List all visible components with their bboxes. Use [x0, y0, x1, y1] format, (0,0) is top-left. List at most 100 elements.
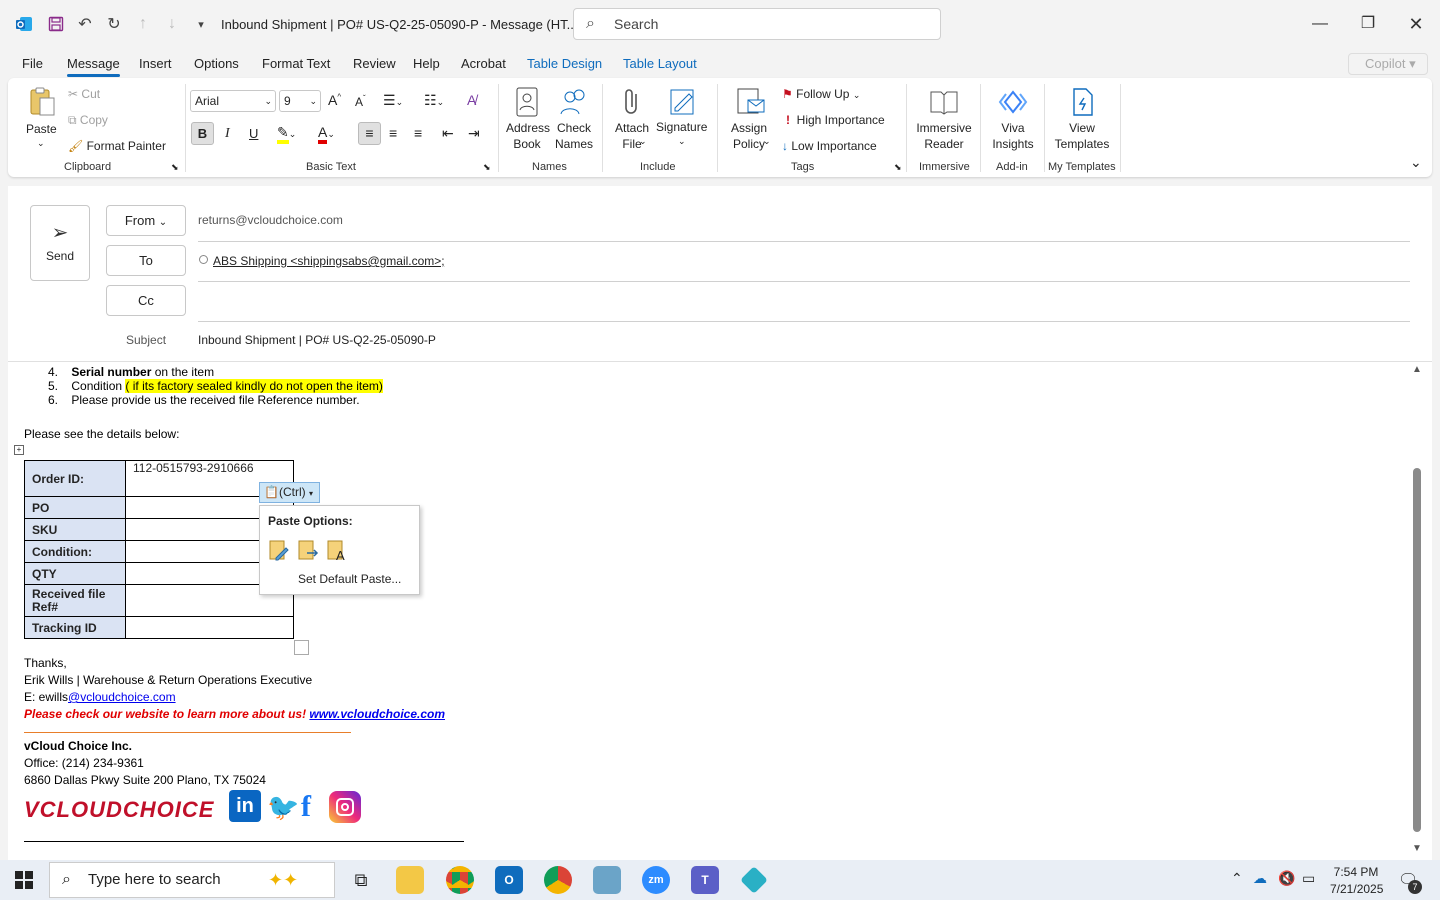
app-icon[interactable]: [593, 866, 621, 894]
task-view-icon[interactable]: ⧉: [347, 866, 375, 894]
check-names-button[interactable]: Check Names: [553, 120, 595, 152]
copilot-button[interactable]: Copilot ▾: [1348, 53, 1428, 75]
taskbar-search[interactable]: ⌕ Type here to search ✦✦: [49, 862, 335, 898]
down-arrow-icon[interactable]: ↓: [160, 12, 184, 36]
low-importance-button[interactable]: ↓ Low Importance: [782, 139, 877, 153]
tab-options[interactable]: Options: [194, 56, 239, 71]
bold-button[interactable]: B: [191, 122, 214, 145]
from-button[interactable]: From ⌄: [106, 205, 186, 236]
to-recipient[interactable]: ABS Shipping <shippingsabs@gmail.com>;: [213, 254, 445, 268]
shrink-font-icon[interactable]: Aˇ: [355, 94, 366, 109]
viva-insights-button[interactable]: Viva Insights: [989, 120, 1037, 152]
scroll-down-icon[interactable]: ▼: [1412, 843, 1422, 854]
align-center-icon[interactable]: ≡: [389, 125, 397, 141]
close-button[interactable]: ✕: [1404, 12, 1428, 36]
volume-icon[interactable]: 🔇: [1278, 870, 1295, 887]
to-button[interactable]: To: [106, 245, 186, 276]
table-value[interactable]: [125, 616, 294, 639]
tab-table-layout[interactable]: Table Layout: [623, 56, 697, 71]
bullets-icon[interactable]: ☰⌄: [383, 92, 403, 109]
table-resize-handle[interactable]: [294, 640, 309, 655]
italic-button[interactable]: I: [225, 126, 230, 142]
tab-help[interactable]: Help: [413, 56, 440, 71]
format-painter-button[interactable]: 🖌 Format Painter: [68, 139, 166, 153]
set-default-paste-item[interactable]: Set Default Paste...: [298, 572, 401, 586]
cc-button[interactable]: Cc: [106, 285, 186, 316]
follow-up-button[interactable]: ⚑ Follow Up ⌄: [782, 87, 860, 101]
divider: [602, 84, 603, 172]
linkedin-icon[interactable]: in: [229, 790, 261, 822]
merge-formatting-icon[interactable]: [297, 538, 319, 562]
align-left-button[interactable]: ≡: [358, 122, 381, 145]
customize-toolbar-icon[interactable]: ▾: [189, 12, 213, 36]
outlook-taskbar-icon[interactable]: O: [495, 866, 523, 894]
assign-policy-dropdown-icon[interactable]: ⌄: [763, 136, 771, 147]
onedrive-icon[interactable]: ☁: [1253, 870, 1267, 887]
network-icon[interactable]: ▭: [1302, 870, 1315, 887]
font-color-icon[interactable]: A⌄: [318, 124, 335, 144]
cut-button[interactable]: ✂ Cut: [68, 87, 100, 101]
attach-dropdown-icon[interactable]: ⌄: [639, 136, 647, 147]
clock[interactable]: 7:54 PM 7/21/2025: [1330, 864, 1383, 898]
website-link[interactable]: www.vcloudchoice.com: [309, 707, 445, 721]
decrease-indent-icon[interactable]: ⇤: [442, 125, 454, 142]
collapse-ribbon-icon[interactable]: ⌄: [1410, 154, 1422, 171]
paste-icon[interactable]: [26, 86, 58, 118]
file-explorer-icon[interactable]: [396, 866, 424, 894]
teams-icon[interactable]: T: [691, 866, 719, 894]
numbering-icon[interactable]: ☷⌄: [424, 92, 444, 109]
keep-text-only-icon[interactable]: A: [326, 538, 348, 563]
increase-indent-icon[interactable]: ⇥: [468, 125, 480, 142]
tab-insert[interactable]: Insert: [139, 56, 172, 71]
copy-button[interactable]: ⧉ Copy: [68, 113, 108, 128]
twitter-icon[interactable]: 🐦: [267, 792, 299, 823]
font-name-box[interactable]: Arial ⌄: [190, 90, 276, 112]
subject-input[interactable]: Inbound Shipment | PO# US-Q2-25-05090-P: [198, 333, 436, 347]
undo-icon[interactable]: ↶: [73, 12, 97, 36]
clipboard-launcher-icon[interactable]: ⬊: [171, 162, 179, 173]
show-hidden-icons[interactable]: ⌃: [1231, 870, 1243, 887]
address-book-button[interactable]: Address Book: [506, 120, 550, 152]
minimize-button[interactable]: —: [1308, 12, 1332, 36]
grow-font-icon[interactable]: A^: [328, 92, 341, 108]
view-templates-button[interactable]: View Templates: [1052, 120, 1112, 152]
font-size-box[interactable]: 9 ⌄: [279, 90, 321, 112]
paste-dropdown-icon[interactable]: ⌄: [37, 138, 45, 149]
tab-file[interactable]: File: [22, 56, 43, 71]
tab-acrobat[interactable]: Acrobat: [461, 56, 506, 71]
facebook-icon[interactable]: f: [301, 790, 311, 824]
chrome-icon[interactable]: [446, 866, 474, 894]
tab-table-design[interactable]: Table Design: [527, 56, 602, 71]
tab-message[interactable]: Message: [67, 56, 120, 77]
immersive-reader-button[interactable]: Immersive Reader: [914, 120, 974, 152]
scroll-up-icon[interactable]: ▲: [1412, 364, 1422, 375]
highlight-icon[interactable]: ✎⌄: [277, 124, 296, 144]
clear-formatting-icon[interactable]: A̸: [467, 92, 476, 108]
email-link[interactable]: @vcloudchoice.com: [68, 690, 176, 704]
windows-start-icon[interactable]: [14, 870, 34, 890]
cc-input[interactable]: [198, 286, 1410, 320]
tab-format-text[interactable]: Format Text: [262, 56, 330, 71]
signature-button[interactable]: Signature: [656, 120, 707, 134]
tags-launcher-icon[interactable]: ⬊: [894, 162, 902, 173]
zoom-icon[interactable]: zm: [642, 866, 670, 894]
instagram-icon[interactable]: [329, 791, 361, 823]
signature-dropdown-icon[interactable]: ⌄: [678, 136, 686, 147]
table-move-handle[interactable]: +: [14, 445, 24, 455]
tab-review[interactable]: Review: [353, 56, 396, 71]
save-icon[interactable]: [44, 12, 68, 36]
basic-text-launcher-icon[interactable]: ⬊: [483, 162, 491, 173]
search-box[interactable]: ⌕ Search: [573, 8, 941, 40]
send-button[interactable]: ➢ Send: [30, 205, 90, 281]
align-right-icon[interactable]: ≡: [414, 125, 422, 141]
restore-button[interactable]: ❐: [1356, 12, 1380, 36]
high-importance-button[interactable]: ! High Importance: [786, 113, 885, 127]
redo-icon[interactable]: ↻: [102, 12, 126, 36]
keep-source-formatting-icon[interactable]: [268, 538, 290, 562]
paste-options-ctrl-button[interactable]: 📋(Ctrl) ▾: [259, 482, 320, 503]
chrome-profile-icon[interactable]: [544, 866, 572, 894]
paste-button[interactable]: Paste: [26, 122, 57, 136]
up-arrow-icon[interactable]: ↑: [131, 12, 155, 36]
underline-button[interactable]: U: [249, 126, 258, 141]
scrollbar-thumb[interactable]: [1413, 468, 1421, 832]
